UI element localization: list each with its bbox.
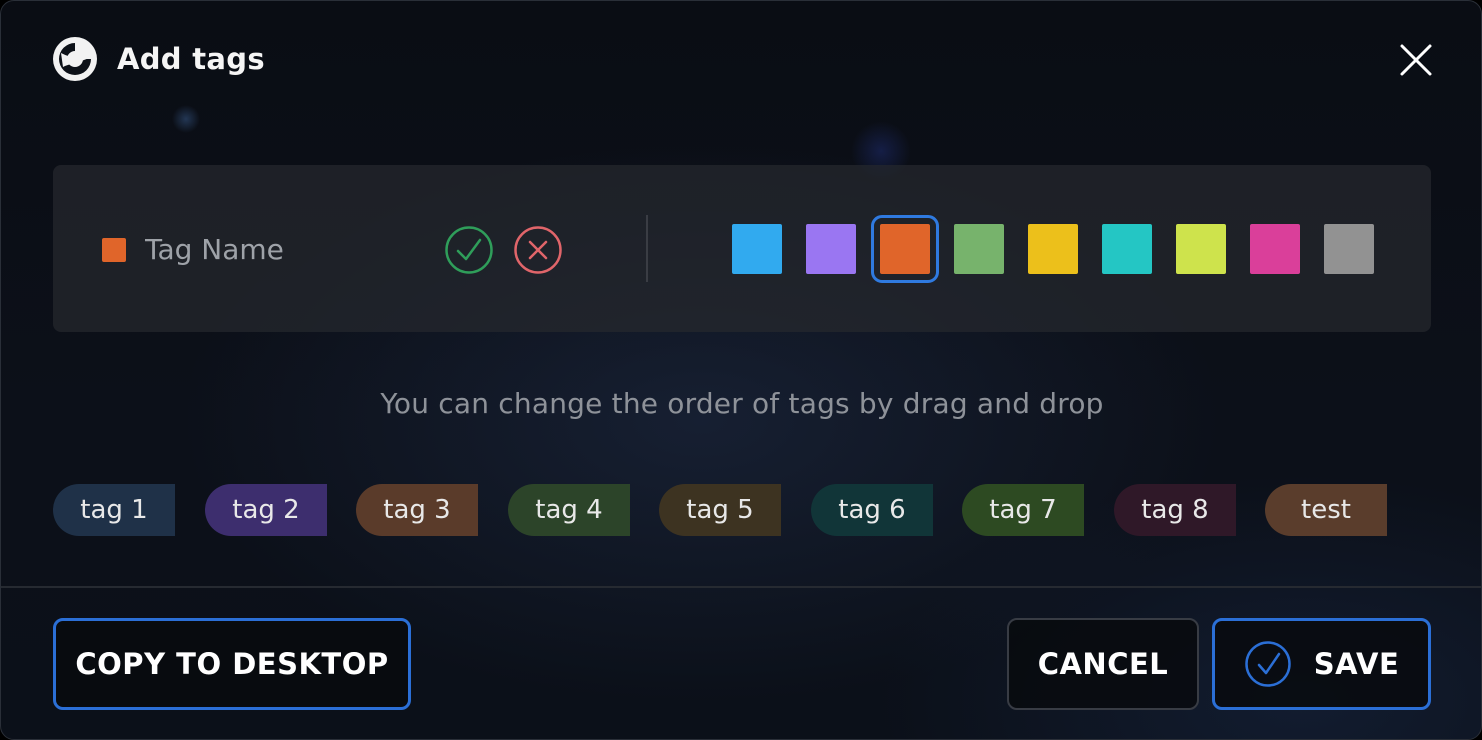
- tag-chip[interactable]: tag 7: [962, 484, 1084, 536]
- tag-chip-label: tag 7: [989, 495, 1057, 525]
- footer-divider: [1, 586, 1481, 588]
- confirm-tag-button[interactable]: [444, 225, 494, 275]
- tag-chip[interactable]: test: [1265, 484, 1387, 536]
- tag-name-input[interactable]: [145, 227, 415, 271]
- close-icon: [1400, 44, 1432, 76]
- color-swatch[interactable]: [1250, 224, 1300, 274]
- drag-drop-hint: You can change the order of tags by drag…: [380, 387, 1104, 420]
- tag-chip-label: tag 3: [383, 495, 451, 525]
- editor-divider: [646, 215, 648, 282]
- tag-chip[interactable]: tag 6: [811, 484, 933, 536]
- color-swatch[interactable]: [954, 224, 1004, 274]
- dialog-header: Add tags: [53, 37, 265, 81]
- color-swatch[interactable]: [732, 224, 782, 274]
- tag-chip-label: tag 4: [535, 495, 603, 525]
- save-label: SAVE: [1313, 647, 1400, 681]
- color-swatch[interactable]: [1176, 224, 1226, 274]
- cancel-button[interactable]: CANCEL: [1007, 618, 1199, 710]
- tag-chip-label: tag 8: [1141, 495, 1209, 525]
- x-circle-icon: [514, 226, 562, 274]
- current-tag-color: [102, 238, 126, 262]
- tag-chip-label: test: [1301, 495, 1351, 525]
- color-swatch[interactable]: [806, 224, 856, 274]
- color-swatch[interactable]: [1102, 224, 1152, 274]
- color-swatch[interactable]: [1324, 224, 1374, 274]
- tag-chip-label: tag 1: [80, 495, 148, 525]
- color-swatch[interactable]: [871, 215, 939, 283]
- tag-chip-label: tag 2: [232, 495, 300, 525]
- tag-chip-label: tag 5: [686, 495, 754, 525]
- add-tags-dialog: Add tags You can change the order of tag…: [0, 0, 1482, 740]
- dialog-title: Add tags: [117, 42, 265, 76]
- tag-chip-label: tag 6: [838, 495, 906, 525]
- tag-chip[interactable]: tag 2: [205, 484, 327, 536]
- cancel-label: CANCEL: [1037, 647, 1169, 681]
- tag-chip[interactable]: tag 3: [356, 484, 478, 536]
- tag-chip[interactable]: tag 1: [53, 484, 175, 536]
- tag-chip[interactable]: tag 5: [659, 484, 781, 536]
- save-button[interactable]: SAVE: [1212, 618, 1431, 710]
- discard-tag-button[interactable]: [513, 225, 563, 275]
- tag-editor-panel: [53, 165, 1431, 332]
- app-logo-icon: [53, 37, 97, 81]
- tag-chip[interactable]: tag 8: [1114, 484, 1236, 536]
- check-circle-icon: [445, 226, 493, 274]
- check-circle-icon: [1244, 641, 1291, 687]
- tag-chip[interactable]: tag 4: [508, 484, 630, 536]
- color-swatch[interactable]: [1028, 224, 1078, 274]
- copy-to-desktop-button[interactable]: COPY TO DESKTOP: [53, 618, 411, 710]
- close-button[interactable]: [1397, 41, 1435, 79]
- copy-to-desktop-label: COPY TO DESKTOP: [75, 647, 389, 681]
